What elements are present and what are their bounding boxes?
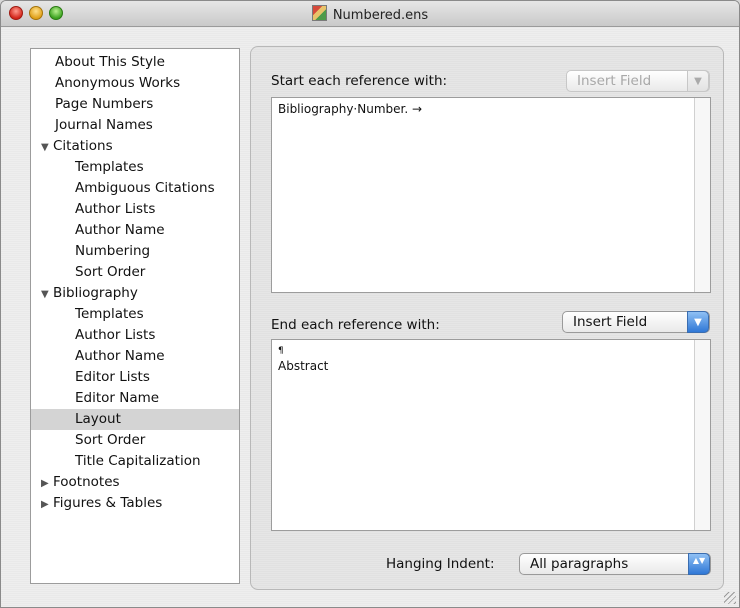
disclosure-expanded-icon[interactable]: ▼: [41, 284, 53, 304]
end-reference-scrollbar[interactable]: [694, 340, 710, 530]
document-icon: [311, 5, 327, 21]
title-bar[interactable]: Numbered.ens: [1, 1, 739, 27]
chevron-down-icon: ▼: [687, 70, 709, 92]
sidebar-item-label: Author Name: [75, 348, 165, 364]
sidebar-item-label: Sort Order: [75, 264, 146, 280]
sidebar-item-label: Templates: [75, 306, 144, 322]
sidebar-item-citations[interactable]: ▼ Citations: [31, 136, 239, 157]
sidebar-item-author-lists[interactable]: Author Lists: [31, 325, 239, 346]
sidebar-item-sort-order[interactable]: Sort Order: [31, 262, 239, 283]
sidebar-item-label: About This Style: [55, 54, 165, 70]
sidebar-item-label: Author Lists: [75, 327, 156, 343]
start-reference-content: Bibliography·Number. →: [278, 102, 423, 116]
sidebar-item-footnotes[interactable]: ▶ Footnotes: [31, 472, 239, 493]
sidebar-item-editor-lists[interactable]: Editor Lists: [31, 367, 239, 388]
sidebar-item-author-name[interactable]: Author Name: [31, 346, 239, 367]
sidebar-item-numbering[interactable]: Numbering: [31, 241, 239, 262]
sidebar-item-label: Editor Lists: [75, 369, 150, 385]
sidebar-item-figures-tables[interactable]: ▶ Figures & Tables: [31, 493, 239, 514]
start-insert-field-popup[interactable]: Insert Field ▼: [566, 70, 710, 92]
sidebar-item-label: Sort Order: [75, 432, 146, 448]
sidebar-item-label: Bibliography: [53, 285, 138, 301]
sidebar-item-bibliography[interactable]: ▼ Bibliography: [31, 283, 239, 304]
pilcrow-icon: ¶: [278, 346, 284, 356]
sidebar-item-label: Editor Name: [75, 390, 160, 406]
style-sections-sidebar[interactable]: About This Style Anonymous Works Page Numb…: [30, 48, 240, 584]
sidebar-item-label: Author Name: [75, 222, 165, 238]
sidebar-item-label: Footnotes: [53, 474, 120, 490]
start-reference-label: Start each reference with:: [271, 73, 448, 89]
sidebar-item-label: Citations: [53, 138, 113, 154]
end-insert-field-label: Insert Field: [573, 314, 648, 330]
layout-panel: Start each reference with: Insert Field …: [250, 46, 724, 590]
sidebar-item-sort-order[interactable]: Sort Order: [31, 430, 239, 451]
sidebar-item-label: Journal Names: [55, 117, 153, 133]
hanging-indent-value: All paragraphs: [530, 556, 629, 572]
sidebar-item-ambiguous-citations[interactable]: Ambiguous Citations: [31, 178, 239, 199]
sidebar-item-label: Author Lists: [75, 201, 156, 217]
sidebar-item-templates[interactable]: Templates: [31, 157, 239, 178]
sidebar-item-title-capitalization[interactable]: Title Capitalization: [31, 451, 239, 472]
sidebar-item-label: Numbering: [75, 243, 151, 259]
start-reference-textarea[interactable]: Bibliography·Number. →: [271, 97, 711, 293]
sidebar-item-label: Page Numbers: [55, 96, 154, 112]
hanging-indent-label: Hanging Indent:: [386, 556, 495, 572]
disclosure-collapsed-icon[interactable]: ▶: [41, 494, 53, 514]
sidebar-item-editor-name[interactable]: Editor Name: [31, 388, 239, 409]
style-editor-window: Numbered.ens About This Style Anonymous W…: [0, 0, 740, 608]
window-title: Numbered.ens: [332, 8, 429, 23]
end-reference-label: End each reference with:: [271, 317, 440, 333]
sidebar-item-journal-names[interactable]: Journal Names: [31, 115, 239, 136]
sidebar-item-author-lists[interactable]: Author Lists: [31, 199, 239, 220]
disclosure-expanded-icon[interactable]: ▼: [41, 137, 53, 157]
window-title-area: Numbered.ens: [1, 5, 739, 23]
start-insert-field-label: Insert Field: [577, 73, 652, 89]
disclosure-collapsed-icon[interactable]: ▶: [41, 473, 53, 493]
hanging-indent-popup[interactable]: All paragraphs ▲▼: [519, 553, 711, 575]
sidebar-item-page-numbers[interactable]: Page Numbers: [31, 94, 239, 115]
end-reference-content: Abstract: [278, 359, 329, 373]
start-reference-scrollbar[interactable]: [694, 98, 710, 292]
sidebar-item-templates[interactable]: Templates: [31, 304, 239, 325]
sidebar-item-author-name[interactable]: Author Name: [31, 220, 239, 241]
sidebar-item-label: Figures & Tables: [53, 495, 163, 511]
sidebar-item-label: Layout: [75, 411, 121, 427]
sidebar-item-anonymous-works[interactable]: Anonymous Works: [31, 73, 239, 94]
sidebar-item-layout[interactable]: Layout: [31, 409, 239, 430]
chevron-down-icon: ▼: [687, 311, 709, 333]
up-down-arrows-icon: ▲▼: [688, 553, 710, 575]
sidebar-item-about-this-style[interactable]: About This Style: [31, 52, 239, 73]
end-reference-textarea[interactable]: ¶ Abstract: [271, 339, 711, 531]
sidebar-item-label: Title Capitalization: [75, 453, 201, 469]
sidebar-item-label: Ambiguous Citations: [75, 180, 215, 196]
sidebar-item-label: Templates: [75, 159, 144, 175]
end-insert-field-popup[interactable]: Insert Field ▼: [562, 311, 710, 333]
resize-grip-icon[interactable]: [724, 592, 736, 604]
sidebar-item-label: Anonymous Works: [55, 75, 181, 91]
